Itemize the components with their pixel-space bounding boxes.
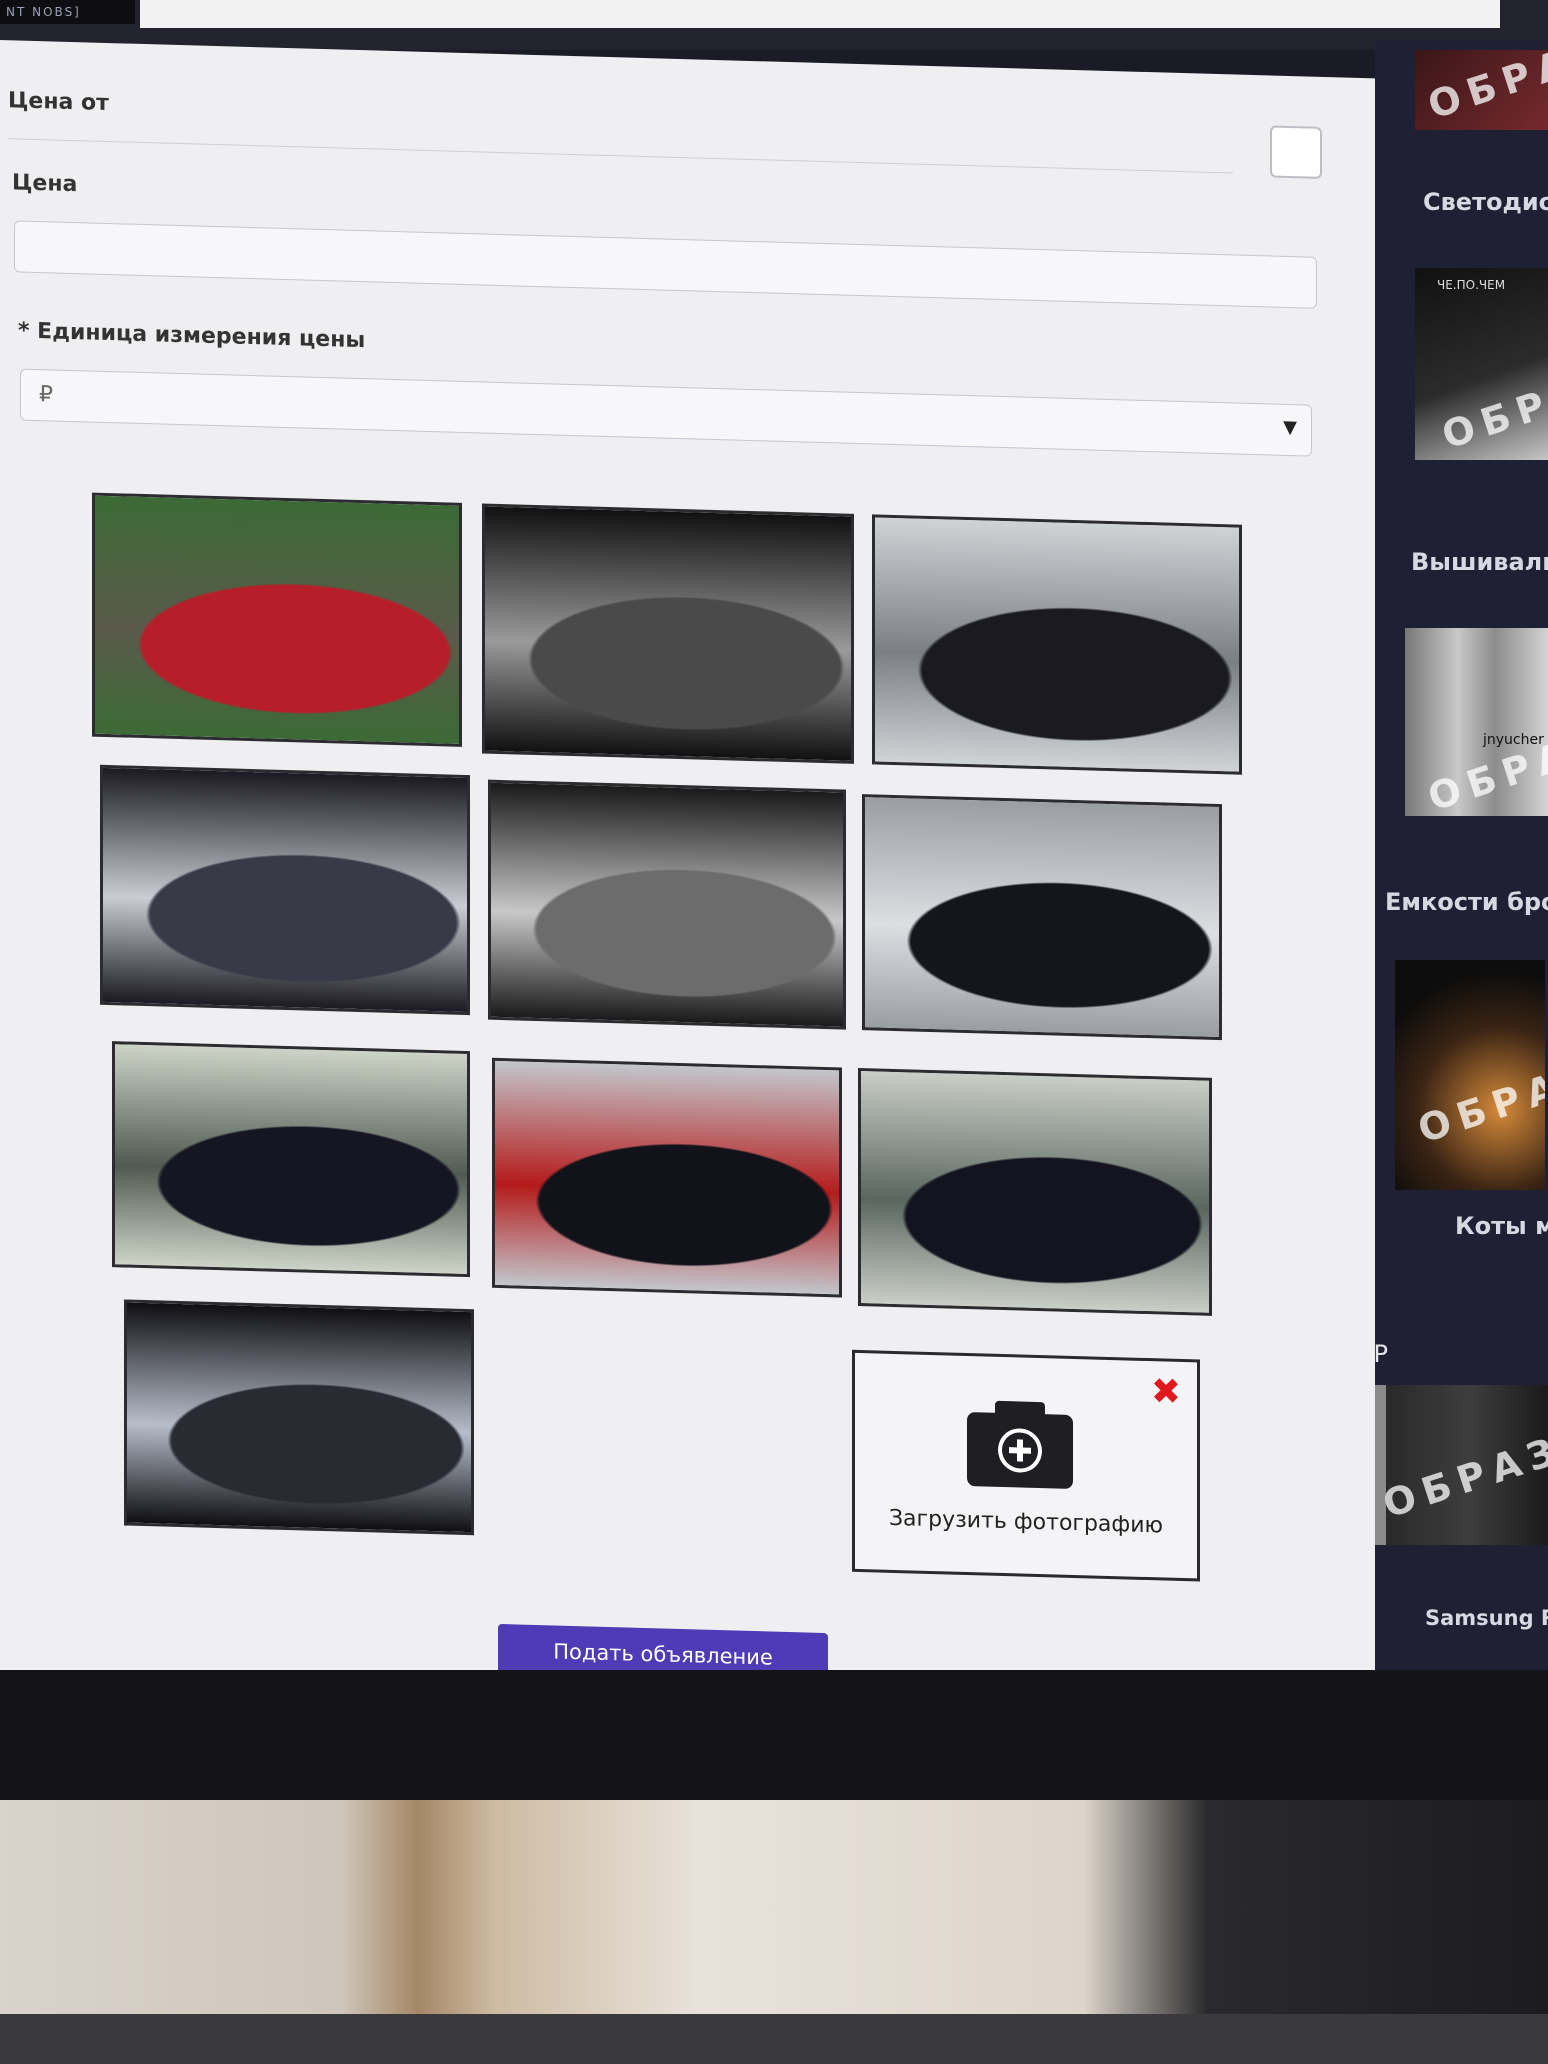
watermark-text: ОБРАЗ [1377,1427,1548,1527]
photo-image [861,1071,1209,1313]
price-from-label: Цена от [8,88,109,117]
photo-image [865,797,1219,1038]
sidebar: ОБРАЗ Светодиод ЧЕ.ПО.ЧЕМ ОБРАЗ Вышиваль… [1375,40,1548,1670]
watermark-text: ОБРАЗ [1436,358,1548,458]
thumb-caption: ЧЕ.ПО.ЧЕМ [1437,278,1506,292]
sedan-rear-angle-photo[interactable] [858,1067,1212,1316]
suv-front-snow-photo[interactable] [862,794,1222,1041]
sedan-side-photo[interactable] [112,1041,470,1278]
watermark-text: ОБРАЗ [1412,1052,1545,1152]
sidebar-item-1-title[interactable]: Светодиод [1423,188,1548,216]
sidebar-thumb-1[interactable]: ОБРАЗ [1415,50,1548,130]
price-from-checkbox[interactable] [1270,125,1322,179]
upload-photo-label: Загрузить фотографию [888,1505,1164,1539]
sidebar-thumb-3[interactable]: jnyucher ОБРАЗ [1405,628,1548,816]
upload-photo-button[interactable]: Загрузить фотографию ✖ [852,1349,1200,1582]
site-logo[interactable]: NT NOBS] [0,0,135,24]
price-unit-select[interactable]: ₽ ▼ [20,368,1312,457]
sidebar-item-5-title[interactable]: Samsung R5 [1425,1606,1548,1630]
photo-image [115,1044,467,1275]
sedan-rear-photo[interactable] [492,1057,842,1298]
dashboard-photo[interactable] [124,1299,474,1536]
sidebar-item-4-title[interactable]: Коты ме [1455,1212,1548,1240]
desk-strip [0,2014,1548,2064]
steering-interior-photo[interactable] [488,779,846,1030]
ad-form-page: Цена от Цена * Единица измерения цены ₽ … [0,40,1375,1709]
photo-image [495,1060,839,1295]
ford-console-photo[interactable] [482,503,854,764]
price-unit-value: ₽ [39,382,53,408]
monitor-bezel [0,1670,1548,1810]
black-suv-snow-photo[interactable] [872,514,1242,775]
room-background [0,1800,1548,2064]
sidebar-thumb-vip[interactable]: ОБРАЗ [1375,1385,1548,1545]
photo-image [103,767,467,1013]
top-bar [140,0,1500,28]
black-sedan-front-photo[interactable] [100,764,470,1016]
browser-top-strip: NT NOBS] [0,0,1548,50]
red-sedan-photo[interactable] [92,492,462,747]
sidebar-item-3-title[interactable]: Емкости броже [1385,888,1548,916]
sidebar-thumb-4[interactable]: ОБРАЗ [1395,960,1545,1190]
chevron-down-icon: ▼ [1283,416,1297,439]
photo-image [491,782,843,1027]
price-from-underline [8,138,1233,174]
camera-plus-icon [967,1400,1073,1489]
sidebar-item-2-title[interactable]: Вышивальн [1411,548,1548,576]
vip-label: VIP [1375,1340,1388,1368]
delete-icon[interactable]: ✖ [1151,1371,1181,1413]
photo-image [127,1302,471,1533]
watermark-text: ОБРАЗ [1422,50,1548,128]
photo-image [875,517,1239,772]
photo-image [485,506,851,761]
price-unit-label: * Единица измерения цены [18,318,366,354]
price-label: Цена [12,170,78,198]
photo-image [95,495,459,744]
sidebar-thumb-2[interactable]: ЧЕ.ПО.ЧЕМ ОБРАЗ [1415,268,1548,460]
price-input[interactable] [14,220,1317,309]
